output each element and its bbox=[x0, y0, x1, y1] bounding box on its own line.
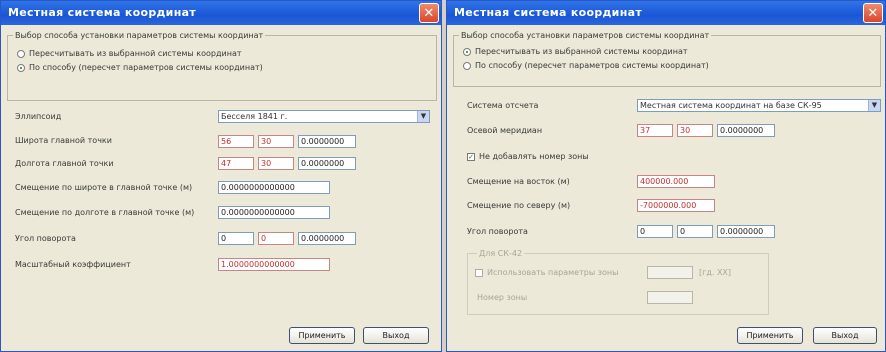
rotation-deg-input[interactable]: 0 bbox=[218, 232, 254, 245]
scale-input[interactable]: 1.0000000000000 bbox=[218, 258, 330, 271]
method-group-caption: Выбор способа установки параметров систе… bbox=[13, 31, 266, 40]
meridian-deg-input[interactable]: 37 bbox=[637, 124, 673, 137]
sk42-unit-label: [гд. ХХ] bbox=[699, 268, 732, 277]
sk42-group bbox=[467, 253, 769, 315]
lat-sec-input[interactable]: 0.0000000 bbox=[298, 135, 356, 148]
ellipsoid-select[interactable]: Бесселя 1841 г. ▼ bbox=[218, 110, 430, 123]
rotation-sec-input[interactable]: 0.0000000 bbox=[717, 225, 775, 238]
sk42-second-input[interactable] bbox=[647, 291, 693, 304]
shift-lon-input[interactable]: 0.0000000000000 bbox=[218, 206, 330, 219]
lat-label: Широта главной точки bbox=[15, 136, 112, 145]
meridian-sec-input[interactable]: 0.0000000 bbox=[717, 124, 775, 137]
sk42-checkbox[interactable] bbox=[475, 269, 483, 277]
dialog-left: Местная система координат ✕ Выбор способ… bbox=[0, 0, 442, 352]
rotation-sec-input[interactable]: 0.0000000 bbox=[298, 232, 356, 245]
north-shift-input[interactable]: -7000000.000 bbox=[637, 199, 715, 212]
shift-lon-label: Смещение по долготе в главной точке (м) bbox=[15, 208, 195, 217]
meridian-label: Осевой меридиан bbox=[467, 126, 543, 135]
lon-deg-input[interactable]: 47 bbox=[218, 157, 254, 170]
radio-by-method[interactable] bbox=[463, 62, 471, 70]
lon-label: Долгота главной точки bbox=[15, 159, 114, 168]
close-icon[interactable]: ✕ bbox=[419, 3, 439, 23]
lat-min-input[interactable]: 30 bbox=[258, 135, 294, 148]
dialog-title: Местная система координат bbox=[8, 6, 196, 19]
system-value: Местная система координат на базе СК-95 bbox=[640, 101, 822, 110]
dialog-title-bar[interactable]: Местная система координат ✕ bbox=[1, 1, 441, 25]
ellipsoid-value: Бесселя 1841 г. bbox=[221, 112, 288, 121]
shift-lat-label: Смещение по широте в главной точке (м) bbox=[15, 183, 193, 192]
rotation-label: Угол поворота bbox=[467, 227, 528, 236]
radio-by-method-label: По способу (пересчет параметров системы … bbox=[475, 61, 709, 70]
sk42-checkbox-label: Использовать параметры зоны bbox=[487, 268, 619, 277]
method-group-caption: Выбор способа установки параметров систе… bbox=[459, 31, 712, 40]
system-label: Система отсчета bbox=[467, 101, 539, 110]
apply-button[interactable]: Применить bbox=[289, 327, 355, 344]
rotation-min-input[interactable]: 0 bbox=[677, 225, 713, 238]
radio-by-method-label: По способу (пересчет параметров системы … bbox=[29, 63, 263, 72]
sk42-second-label: Номер зоны bbox=[477, 293, 528, 302]
sk42-group-caption: Для СК-42 bbox=[477, 249, 525, 258]
rotation-label: Угол поворота bbox=[15, 234, 76, 243]
meridian-min-input[interactable]: 30 bbox=[677, 124, 713, 137]
ellipsoid-label: Эллипсоид bbox=[15, 112, 62, 121]
radio-by-method[interactable] bbox=[17, 64, 25, 72]
rotation-deg-input[interactable]: 0 bbox=[637, 225, 673, 238]
east-shift-label: Смещение на восток (м) bbox=[467, 177, 570, 186]
dialog-right: Местная система координат ✕ Выбор способ… bbox=[446, 0, 886, 352]
lon-sec-input[interactable]: 0.0000000 bbox=[298, 157, 356, 170]
radio-recalc[interactable] bbox=[463, 48, 471, 56]
scale-label: Масштабный коэффициент bbox=[15, 260, 131, 269]
apply-button[interactable]: Применить bbox=[737, 327, 803, 344]
radio-recalc-label: Пересчитывать из выбранной системы коорд… bbox=[475, 47, 688, 56]
zone-checkbox[interactable]: ✓ bbox=[467, 153, 475, 161]
chevron-down-icon[interactable]: ▼ bbox=[868, 100, 880, 111]
sk42-zone-input[interactable] bbox=[647, 266, 693, 279]
zone-checkbox-label: Не добавлять номер зоны bbox=[479, 152, 589, 161]
north-shift-label: Смещение по северу (м) bbox=[467, 201, 571, 210]
east-shift-input[interactable]: 400000.000 bbox=[637, 175, 715, 188]
close-icon[interactable]: ✕ bbox=[863, 3, 883, 23]
dialog-title-bar[interactable]: Местная система координат ✕ bbox=[447, 1, 885, 25]
exit-button[interactable]: Выход bbox=[363, 327, 429, 344]
lon-min-input[interactable]: 30 bbox=[258, 157, 294, 170]
exit-button[interactable]: Выход bbox=[813, 327, 877, 344]
rotation-min-input[interactable]: 0 bbox=[258, 232, 294, 245]
shift-lat-input[interactable]: 0.0000000000000 bbox=[218, 181, 330, 194]
lat-deg-input[interactable]: 56 bbox=[218, 135, 254, 148]
dialog-title: Местная система координат bbox=[454, 6, 642, 19]
radio-recalc-label: Пересчитывать из выбранной системы коорд… bbox=[29, 49, 242, 58]
radio-recalc[interactable] bbox=[17, 50, 25, 58]
chevron-down-icon[interactable]: ▼ bbox=[417, 111, 429, 122]
system-select[interactable]: Местная система координат на базе СК-95 … bbox=[637, 99, 881, 112]
